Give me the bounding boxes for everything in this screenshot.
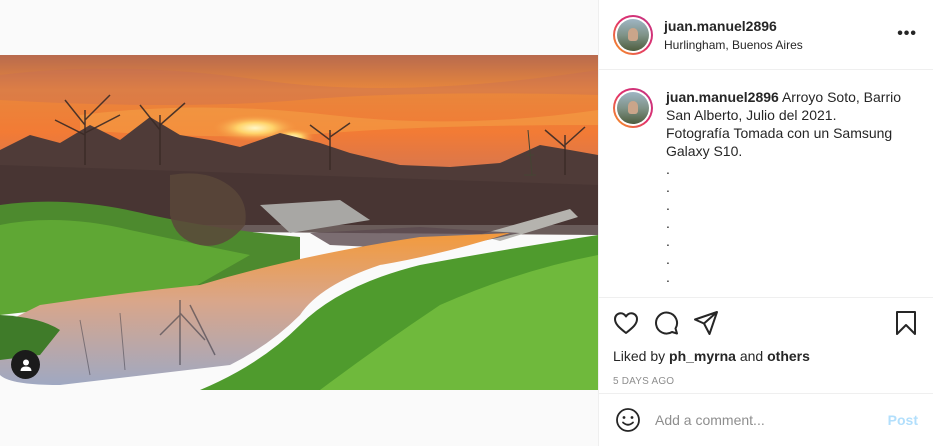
likes-prefix: Liked by bbox=[613, 348, 666, 364]
post-actions: Liked by ph_myrna and others 5 DAYS AGO bbox=[599, 298, 933, 387]
save-button[interactable] bbox=[893, 310, 919, 336]
share-button[interactable] bbox=[693, 310, 719, 336]
post-photo[interactable] bbox=[0, 55, 598, 390]
like-button[interactable] bbox=[613, 310, 639, 336]
emoji-icon[interactable] bbox=[615, 407, 641, 433]
bookmark-icon bbox=[896, 311, 916, 335]
more-horizontal-icon[interactable]: ••• bbox=[897, 26, 917, 42]
post-sidebar: juan.manuel2896 Hurlingham, Buenos Aires… bbox=[598, 0, 933, 446]
sunset-landscape-image bbox=[0, 55, 598, 390]
share-icon bbox=[694, 311, 718, 335]
comment-icon bbox=[655, 311, 679, 335]
caption-avatar[interactable] bbox=[613, 88, 653, 128]
post-timestamp[interactable]: 5 DAYS AGO bbox=[613, 376, 919, 387]
post-location[interactable]: Hurlingham, Buenos Aires bbox=[664, 38, 803, 52]
liked-by-user[interactable]: ph_myrna bbox=[669, 348, 736, 364]
comments-section: juan.manuel2896 Arroyo Soto, Barrio San … bbox=[599, 70, 933, 298]
post-header: juan.manuel2896 Hurlingham, Buenos Aires… bbox=[599, 0, 933, 70]
media-pane bbox=[0, 0, 598, 446]
user-tag-icon bbox=[20, 359, 31, 371]
add-comment-bar: Post bbox=[599, 393, 933, 446]
likes-and: and bbox=[739, 348, 764, 364]
post-comment-button[interactable]: Post bbox=[888, 412, 918, 428]
comment-button[interactable] bbox=[653, 310, 679, 336]
caption-text: Arroyo Soto, Barrio San Alberto, Julio d… bbox=[666, 89, 902, 285]
caption-username[interactable]: juan.manuel2896 bbox=[666, 89, 779, 105]
heart-icon bbox=[614, 312, 638, 334]
caption: juan.manuel2896 Arroyo Soto, Barrio San … bbox=[613, 88, 919, 286]
likes-others-link[interactable]: others bbox=[767, 348, 810, 364]
comment-input[interactable] bbox=[655, 412, 888, 428]
user-tag-button[interactable] bbox=[11, 350, 40, 379]
avatar[interactable] bbox=[613, 14, 653, 55]
likes-summary: Liked by ph_myrna and others bbox=[613, 348, 919, 364]
author-username[interactable]: juan.manuel2896 bbox=[664, 18, 803, 34]
